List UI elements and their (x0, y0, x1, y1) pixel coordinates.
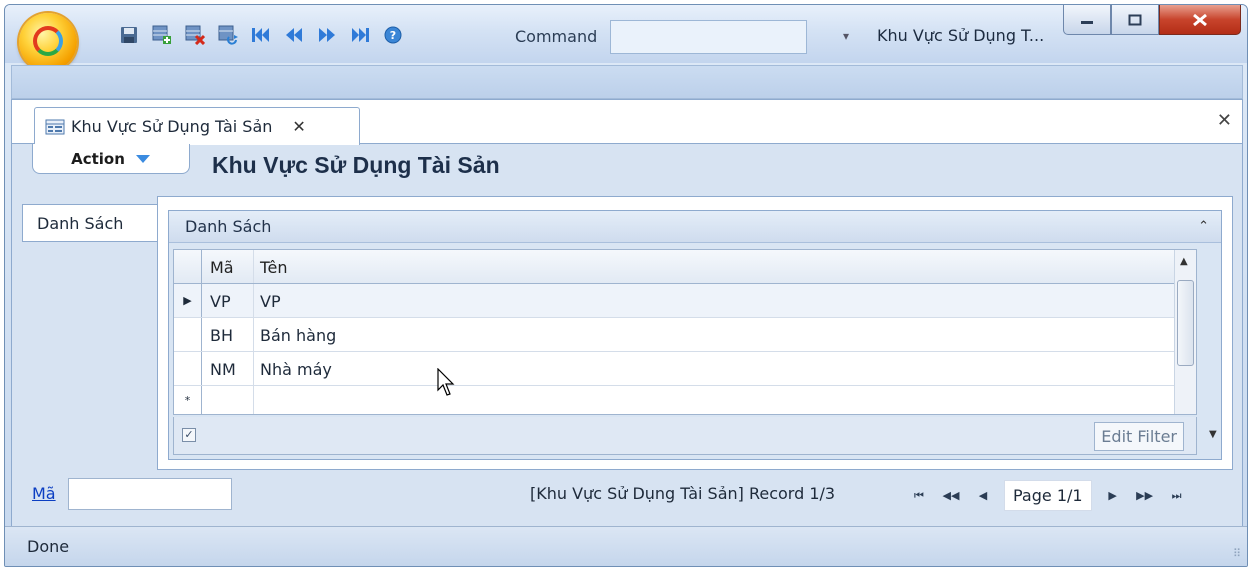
content-panel: Danh Sách ⌃ Mã Tên ▶ VP VP BH Bán hàng N… (157, 196, 1233, 470)
scroll-down-icon[interactable]: ▼ (1209, 429, 1217, 440)
group-title: Danh Sách (185, 217, 272, 236)
action-menu-button[interactable]: Action (32, 144, 190, 174)
close-document-icon[interactable]: ✕ (1217, 110, 1232, 131)
next-record-icon[interactable] (315, 23, 339, 47)
close-window-button[interactable] (1159, 5, 1241, 35)
dropdown-arrow-icon (135, 154, 150, 163)
grid-filter-panel: ✓ Edit Filter (173, 417, 1197, 455)
app-window: ? Command ▾ Khu Vực Sử Dụng T... Khu Vực… (4, 4, 1248, 567)
resize-grip-icon[interactable]: ⠿ (1233, 547, 1241, 560)
cell-ma[interactable]: BH (202, 318, 254, 351)
maximize-icon (1128, 14, 1142, 25)
page-title: Khu Vực Sử Dụng Tài Sản (212, 152, 500, 178)
scroll-up-icon[interactable]: ▲ (1180, 256, 1188, 267)
row-indicator (174, 352, 202, 385)
filter-enable-checkbox[interactable]: ✓ (182, 428, 196, 442)
group-header: Danh Sách ⌃ (169, 211, 1221, 243)
first-page-icon[interactable]: ⏮ (908, 489, 930, 503)
record-navigator: ⏮ ◀◀ ◀ Page 1/1 ▶ ▶▶ ⏭ (908, 480, 1188, 511)
filter-bar: Mã [Khu Vực Sử Dụng Tài Sản] Record 1/3 … (12, 476, 1242, 512)
document-tab-label: Khu Vực Sử Dụng Tài Sản (71, 117, 273, 136)
last-record-icon[interactable] (348, 23, 372, 47)
document-tab-strip: Khu Vực Sử Dụng Tài Sản ✕ ✕ (12, 100, 1242, 145)
first-record-icon[interactable] (249, 23, 273, 47)
next-icon[interactable]: ▶ (1102, 489, 1124, 502)
ma-filter-input[interactable] (68, 478, 232, 510)
list-group: Danh Sách ⌃ Mã Tên ▶ VP VP BH Bán hàng N… (168, 210, 1222, 460)
row-indicator (174, 318, 202, 351)
scroll-thumb[interactable] (1177, 280, 1194, 366)
save-icon[interactable] (117, 23, 141, 47)
window-title: Khu Vực Sử Dụng T... (877, 26, 1045, 45)
new-row-indicator-icon: * (174, 386, 202, 414)
window-controls (1063, 5, 1241, 35)
side-tab-danh-sach[interactable]: Danh Sách (22, 204, 157, 242)
table-row[interactable]: ▶ VP VP (174, 284, 1184, 318)
help-icon[interactable]: ? (381, 23, 405, 47)
status-bar: Done ⠿ (5, 526, 1247, 566)
document-area: Khu Vực Sử Dụng Tài Sản ✕ ✕ Action Khu V… (11, 99, 1243, 527)
action-label: Action (71, 149, 125, 168)
vertical-scrollbar[interactable]: ▲ (1174, 250, 1196, 414)
cell-ma[interactable]: NM (202, 352, 254, 385)
collapse-icon[interactable]: ⌃ (1198, 219, 1209, 234)
status-text: Done (27, 537, 70, 556)
data-grid: Mã Tên ▶ VP VP BH Bán hàng NM Nhà máy * … (173, 249, 1197, 415)
add-row-icon[interactable] (150, 23, 174, 47)
refresh-icon[interactable] (216, 23, 240, 47)
previous-page-icon[interactable]: ◀◀ (940, 489, 962, 502)
new-cell-ma[interactable] (202, 386, 254, 414)
cell-ten[interactable]: VP (254, 284, 1184, 317)
record-status: [Khu Vực Sử Dụng Tài Sản] Record 1/3 (530, 484, 836, 503)
command-label: Command (515, 27, 598, 46)
table-row[interactable]: NM Nhà máy (174, 352, 1184, 386)
maximize-button[interactable] (1111, 5, 1159, 35)
table-row[interactable]: BH Bán hàng (174, 318, 1184, 352)
new-row[interactable]: * (174, 386, 1184, 414)
page-indicator: Page 1/1 (1004, 480, 1092, 511)
edit-filter-button[interactable]: Edit Filter (1094, 422, 1184, 451)
next-page-icon[interactable]: ▶▶ (1134, 489, 1156, 502)
new-cell-ten[interactable] (254, 386, 1184, 414)
previous-record-icon[interactable] (282, 23, 306, 47)
command-input[interactable] (610, 20, 807, 54)
application-menu-button[interactable] (19, 13, 77, 71)
title-bar: ? Command ▾ Khu Vực Sử Dụng T... (5, 5, 1247, 71)
ribbon-bar (11, 65, 1243, 99)
document-tab[interactable]: Khu Vực Sử Dụng Tài Sản ✕ (34, 107, 360, 145)
column-header-ten[interactable]: Tên (254, 250, 1184, 283)
customize-toolbar-dropdown-icon[interactable]: ▾ (843, 29, 849, 43)
cell-ma[interactable]: VP (202, 284, 254, 317)
close-tab-icon[interactable]: ✕ (292, 117, 305, 136)
current-row-indicator-icon: ▶ (174, 284, 202, 317)
ma-filter-link[interactable]: Mã (32, 484, 56, 503)
minimize-icon (1081, 20, 1093, 24)
row-indicator-header (174, 250, 202, 283)
cell-ten[interactable]: Bán hàng (254, 318, 1184, 351)
previous-icon[interactable]: ◀ (972, 489, 994, 502)
delete-row-icon[interactable] (183, 23, 207, 47)
form-icon (45, 119, 65, 134)
grid-header-row: Mã Tên (174, 250, 1184, 284)
quick-access-toolbar: ? (117, 23, 405, 47)
svg-text:?: ? (390, 29, 396, 42)
mouse-cursor-icon (437, 368, 455, 396)
column-header-ma[interactable]: Mã (202, 250, 254, 283)
last-page-icon[interactable]: ⏭ (1166, 489, 1188, 503)
cell-ten[interactable]: Nhà máy (254, 352, 1184, 385)
close-icon (1193, 13, 1207, 26)
minimize-button[interactable] (1063, 5, 1111, 35)
app-logo-icon (33, 26, 63, 56)
